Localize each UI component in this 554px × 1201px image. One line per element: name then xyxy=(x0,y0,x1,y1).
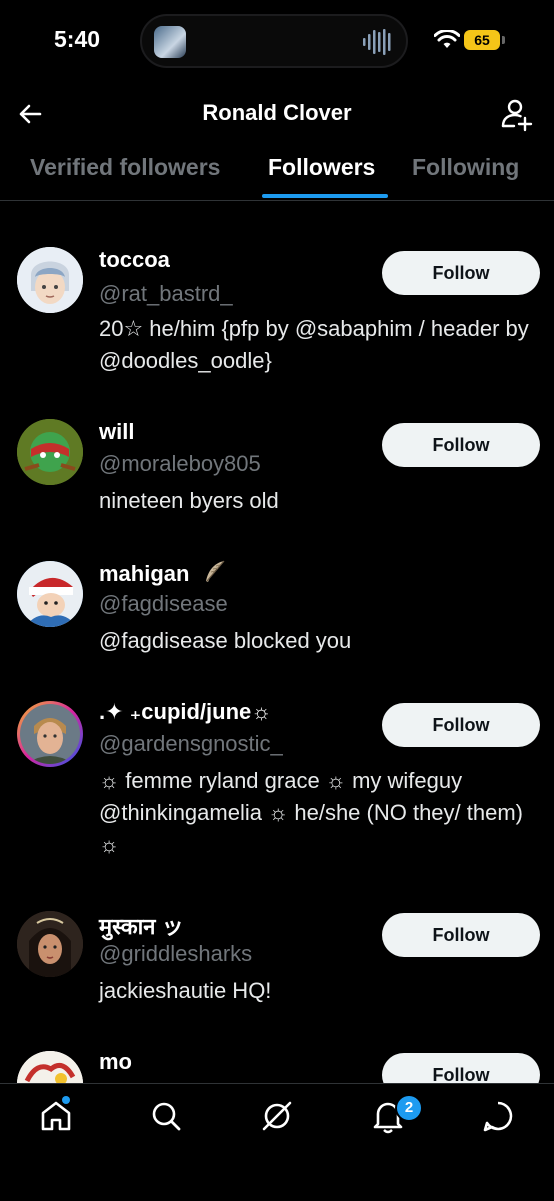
avatar[interactable] xyxy=(17,561,83,627)
list-item[interactable]: toccoa @rat_bastrd_ 20☆ he/him {pfp by @… xyxy=(0,241,554,391)
user-handle: @moraleboy805 xyxy=(99,451,261,476)
home-icon[interactable] xyxy=(36,1096,76,1136)
display-name: मुस्कान ッ xyxy=(99,914,184,939)
user-handle: @griddlesharks xyxy=(99,941,253,966)
display-name: mo xyxy=(99,1049,132,1074)
feather-emoji-icon xyxy=(205,560,225,582)
display-name: .✦ ₊cupid/june☼ xyxy=(99,699,272,724)
display-name: will xyxy=(99,419,135,444)
audio-waveform-icon xyxy=(363,29,391,55)
avatar[interactable] xyxy=(17,419,83,485)
bottom-tab-bar: 2 xyxy=(0,1083,554,1201)
display-name-text: mahigan xyxy=(99,561,190,586)
followers-list: toccoa @rat_bastrd_ 20☆ he/him {pfp by @… xyxy=(0,201,554,1083)
tab-followers[interactable]: Followers xyxy=(268,154,375,181)
list-item[interactable]: mahigan @fagdisease @fagdisease blocked … xyxy=(0,555,554,665)
follow-button[interactable]: Follow xyxy=(382,251,540,295)
display-name: toccoa xyxy=(99,247,170,272)
list-item[interactable]: mo Follow xyxy=(0,1045,554,1083)
add-user-icon[interactable] xyxy=(498,96,534,132)
user-handle: @gardensgnostic_ xyxy=(99,731,283,756)
follow-button[interactable]: Follow xyxy=(382,423,540,467)
battery-cap xyxy=(502,36,505,44)
wifi-icon xyxy=(434,30,460,48)
follow-button[interactable]: Follow xyxy=(382,913,540,957)
active-tab-indicator xyxy=(262,194,388,198)
user-bio: 20☆ he/him {pfp by @sabaphim / header by… xyxy=(99,316,529,373)
user-bio: ☼ femme ryland grace ☼ my wifeguy @think… xyxy=(99,768,524,857)
display-name: mahigan xyxy=(99,559,228,587)
grok-icon[interactable] xyxy=(257,1096,297,1136)
list-item[interactable]: मुस्कान ッ @griddlesharks jackieshautie H… xyxy=(0,905,554,1015)
user-bio: nineteen byers old xyxy=(99,488,279,513)
page-title: Ronald Clover xyxy=(202,100,352,125)
user-bio: jackieshautie HQ! xyxy=(99,978,272,1003)
avatar[interactable] xyxy=(17,247,83,313)
avatar-image xyxy=(17,561,83,627)
user-handle: @fagdisease xyxy=(99,591,228,616)
user-bio: @fagdisease blocked you xyxy=(99,628,352,653)
list-item[interactable]: will @moraleboy805 nineteen byers old Fo… xyxy=(0,413,554,523)
follower-tabs: Verified followers Followers Following xyxy=(0,146,554,201)
avatar-image xyxy=(17,247,83,313)
tab-following[interactable]: Following xyxy=(412,154,519,181)
follow-button[interactable]: Follow xyxy=(382,703,540,747)
avatar-image xyxy=(20,704,80,764)
notification-count-badge: 2 xyxy=(395,1094,423,1122)
search-icon[interactable] xyxy=(146,1096,186,1136)
user-handle: @rat_bastrd_ xyxy=(99,281,233,306)
tab-verified-followers[interactable]: Verified followers xyxy=(30,154,220,181)
follow-button[interactable]: Follow xyxy=(382,1053,540,1083)
home-unread-dot xyxy=(62,1096,70,1104)
list-item[interactable]: .✦ ₊cupid/june☼ @gardensgnostic_ ☼ femme… xyxy=(0,695,554,875)
avatar[interactable] xyxy=(17,911,83,977)
status-bar: 5:40 65 xyxy=(0,0,554,84)
avatar[interactable] xyxy=(17,1051,83,1083)
status-time: 5:40 xyxy=(54,26,101,52)
dynamic-island[interactable] xyxy=(140,14,408,68)
messages-icon[interactable] xyxy=(478,1096,518,1136)
now-playing-artwork xyxy=(154,26,186,58)
avatar-image xyxy=(17,1051,83,1083)
avatar-image xyxy=(17,911,83,977)
avatar-story-ring[interactable] xyxy=(17,701,83,767)
top-nav: Ronald Clover xyxy=(0,88,554,144)
avatar-image xyxy=(17,419,83,485)
battery-indicator: 65 xyxy=(464,30,500,50)
